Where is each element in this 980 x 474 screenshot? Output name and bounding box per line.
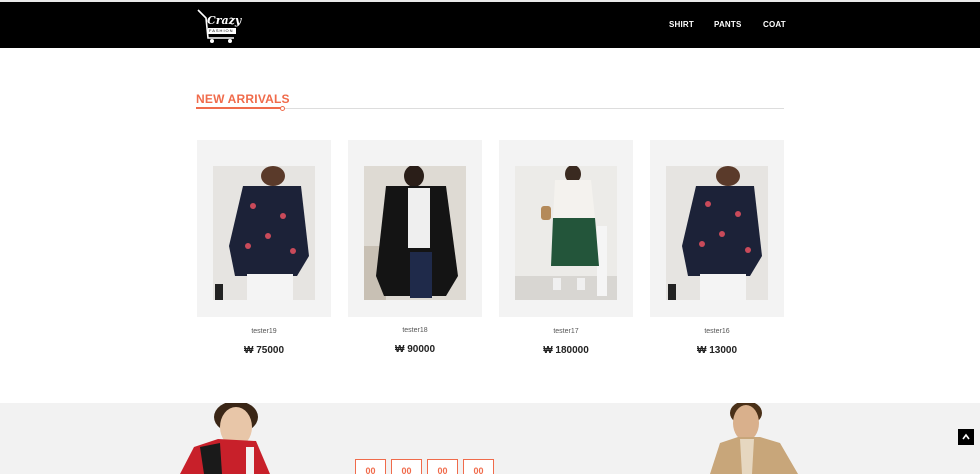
countdown-seconds: 00 bbox=[463, 459, 494, 474]
product-image-frame[interactable] bbox=[197, 140, 331, 317]
nav-coat[interactable]: COAT bbox=[763, 20, 786, 29]
site-header: Crazy FASHION SHIRT PANTS COAT bbox=[0, 2, 980, 48]
promo-banner: 00 00 00 00 bbox=[0, 403, 980, 474]
product-image-frame[interactable] bbox=[348, 140, 482, 317]
product-card[interactable]: tester16 ₩ 13000 bbox=[650, 140, 784, 356]
product-image[interactable] bbox=[364, 166, 466, 300]
chevron-up-icon bbox=[962, 433, 970, 440]
title-underline bbox=[196, 107, 284, 109]
countdown-minutes: 00 bbox=[427, 459, 458, 474]
section-title: NEW ARRIVALS bbox=[196, 92, 290, 106]
promo-model-left bbox=[180, 403, 270, 474]
product-name[interactable]: tester18 bbox=[348, 327, 482, 334]
scroll-to-top-button[interactable] bbox=[958, 429, 974, 445]
countdown-hours: 00 bbox=[391, 459, 422, 474]
product-image[interactable] bbox=[515, 166, 617, 300]
product-image-frame[interactable] bbox=[499, 140, 633, 317]
nav-pants[interactable]: PANTS bbox=[714, 20, 742, 29]
product-card[interactable]: tester19 ₩ 75000 bbox=[197, 140, 331, 356]
product-image-frame[interactable] bbox=[650, 140, 784, 317]
product-name[interactable]: tester19 bbox=[197, 328, 331, 335]
product-card[interactable]: tester18 ₩ 90000 bbox=[348, 140, 482, 355]
product-image[interactable] bbox=[213, 166, 315, 300]
product-price: ₩ 75000 bbox=[243, 345, 285, 356]
promo-model-right bbox=[710, 403, 798, 474]
product-image[interactable] bbox=[666, 166, 768, 300]
title-dot bbox=[280, 106, 285, 111]
countdown-days: 00 bbox=[355, 459, 386, 474]
nav-shirt[interactable]: SHIRT bbox=[669, 20, 694, 29]
product-price: ₩ 90000 bbox=[394, 344, 436, 355]
site-logo[interactable]: Crazy FASHION bbox=[196, 8, 244, 44]
product-price: ₩ 180000 bbox=[543, 345, 589, 356]
product-card[interactable]: tester17 ₩ 180000 bbox=[499, 140, 633, 356]
logo-subtext: FASHION bbox=[209, 28, 234, 33]
product-price: ₩ 13000 bbox=[696, 345, 738, 356]
product-name[interactable]: tester16 bbox=[650, 328, 784, 335]
logo-text: Crazy bbox=[207, 14, 242, 27]
product-name[interactable]: tester17 bbox=[499, 328, 633, 335]
